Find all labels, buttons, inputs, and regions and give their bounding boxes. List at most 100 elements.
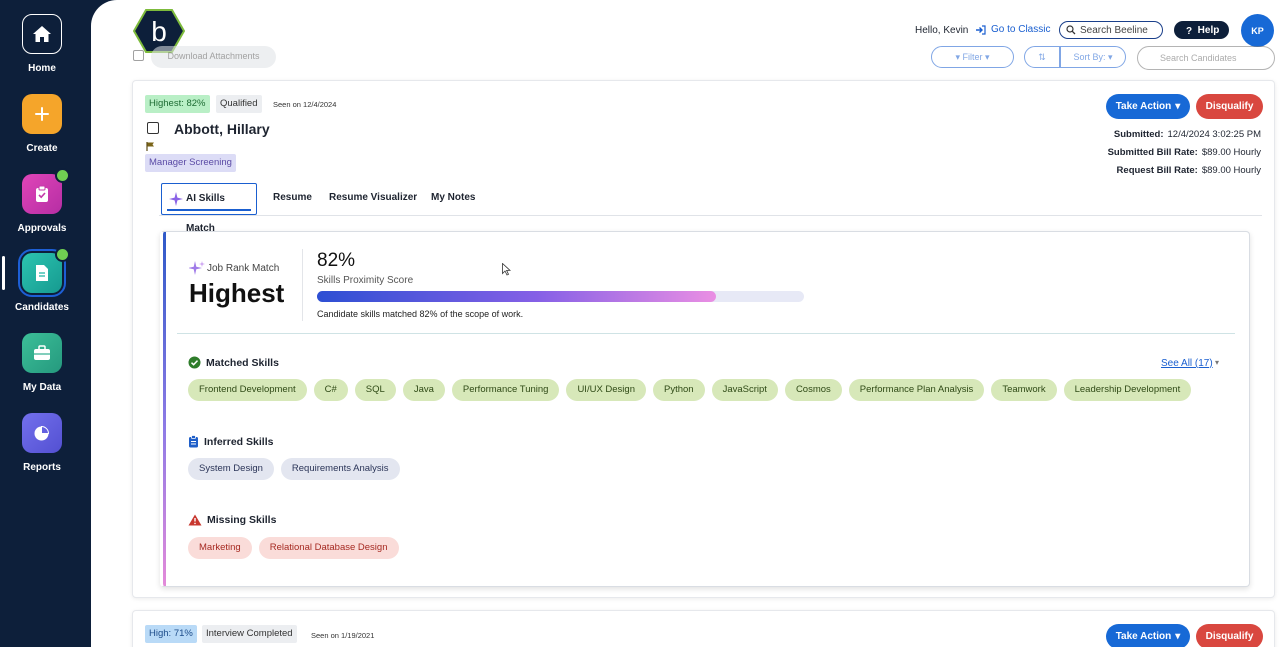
sort-by-label: Sort By: (1073, 52, 1106, 62)
disqualify-button[interactable]: Disqualify (1196, 624, 1263, 647)
tab-label: AI Skills Match (186, 193, 225, 234)
warning-icon (188, 514, 202, 526)
search-beeline-input[interactable]: Search Beeline (1059, 21, 1163, 39)
briefcase-icon (22, 333, 62, 373)
check-circle-icon (188, 356, 201, 369)
submitted-value: 12/4/2024 3:02:25 PM (1167, 129, 1262, 140)
skill-chip: System Design (188, 458, 274, 480)
candidate-tabs: AI Skills Match Resume Resume Visualizer… (159, 183, 1262, 234)
notification-dot (55, 168, 70, 183)
tab-resume-visualizer[interactable]: Resume Visualizer (329, 183, 417, 215)
rank-badge: High: 71% (145, 625, 197, 643)
nav-item-candidates[interactable]: Candidates (0, 247, 84, 313)
chevron-down-icon[interactable]: ▾ (1215, 358, 1219, 367)
candidate-checkbox[interactable] (147, 122, 159, 134)
nav-item-create[interactable]: Create (0, 94, 84, 154)
go-to-classic-link[interactable]: Go to Classic (975, 24, 1050, 35)
tab-ai-skills-match[interactable]: AI Skills Match (161, 183, 257, 234)
take-action-label: Take Action (1115, 101, 1172, 112)
sort-by-dropdown[interactable]: Sort By: ▾ (1060, 46, 1126, 68)
seen-date: Seen on 1/19/2021 (311, 631, 375, 640)
skill-chip: Marketing (188, 537, 252, 559)
clipboard-icon (189, 435, 198, 448)
skill-chip: Leadership Development (1063, 379, 1192, 401)
candidate-card: Highest: 82% Qualified Seen on 12/4/2024… (132, 80, 1275, 598)
nav-item-reports[interactable]: Reports (0, 413, 84, 473)
candidate-name[interactable]: Abbott, Hillary (174, 121, 270, 137)
inferred-skills-list: System Design Requirements Analysis (188, 458, 400, 480)
search-candidates-input[interactable]: Search Candidates (1137, 46, 1275, 70)
divider (177, 333, 1235, 334)
matched-skills-title: Matched Skills (206, 356, 279, 369)
bill-rate-label: Submitted Bill Rate: (1107, 147, 1198, 158)
svg-text:?: ? (1186, 26, 1192, 35)
skill-chip: Performance Tuning (451, 379, 560, 401)
rank-badge: Highest: 82% (145, 95, 210, 113)
missing-skills-heading: Missing Skills (188, 514, 276, 526)
missing-skills-title: Missing Skills (207, 514, 277, 526)
bill-rate-value: $89.00 Hourly (1201, 147, 1261, 158)
sort-direction-button[interactable]: ⇅ (1024, 46, 1060, 68)
download-attachments-button[interactable]: Download Attachments (151, 46, 276, 68)
chevron-down-icon: ▾ (982, 52, 990, 62)
plus-icon (22, 94, 62, 134)
nav-label-candidates: Candidates (15, 302, 69, 313)
request-rate-label: Request Bill Rate: (1116, 165, 1198, 176)
matched-skills-list: Frontend Development C# SQL Java Performance… (188, 379, 1192, 401)
job-rank-label: Job Rank Match (207, 262, 280, 274)
take-action-button[interactable]: Take Action ▾ (1106, 624, 1190, 647)
search-candidates-placeholder: Search Candidates (1160, 53, 1237, 63)
clipboard-check-icon (22, 168, 70, 214)
pie-chart-icon (22, 413, 62, 453)
status-badge: Interview Completed (202, 625, 297, 643)
see-all-link[interactable]: See All (17) (1161, 358, 1213, 369)
go-to-classic-label: Go to Classic (991, 24, 1051, 35)
greeting: Hello, Kevin (915, 25, 969, 36)
skill-chip: Python (653, 379, 705, 401)
select-all-checkbox[interactable] (133, 50, 144, 61)
document-icon (18, 247, 70, 297)
bill-rate-row: Submitted Bill Rate: $89.00 Hourly (1108, 147, 1261, 158)
submitted-label: Submitted: (1113, 129, 1164, 140)
score-progress-fill (317, 291, 717, 302)
score-value: 82% (317, 250, 356, 271)
nav-label-home: Home (28, 63, 56, 74)
user-avatar[interactable]: KP (1241, 14, 1274, 47)
skill-chip: Teamwork (991, 379, 1057, 401)
tab-resume[interactable]: Resume (273, 183, 312, 215)
request-rate-value: $89.00 Hourly (1201, 165, 1261, 176)
tab-my-notes[interactable]: My Notes (431, 183, 475, 215)
home-icon (22, 14, 62, 54)
nav-item-approvals[interactable]: Approvals (0, 168, 84, 234)
skill-chip: Cosmos (784, 379, 842, 401)
take-action-button[interactable]: Take Action ▾ (1106, 94, 1190, 119)
sparkle-icon (189, 261, 205, 275)
missing-skills-list: Marketing Relational Database Design (188, 537, 399, 559)
help-icon: ? (1186, 26, 1192, 35)
notification-dot (55, 247, 70, 262)
skills-match-panel: Job Rank Match Highest 82% Skills Proxim… (160, 231, 1250, 587)
skill-chip: Performance Plan Analysis (848, 379, 985, 401)
take-action-label: Take Action (1115, 631, 1172, 642)
filter-button[interactable]: ▾ Filter ▾ (931, 46, 1014, 68)
nav-item-home[interactable]: Home (0, 14, 84, 74)
rank-value: Highest (189, 278, 285, 308)
divider (302, 249, 303, 321)
request-rate-row: Request Bill Rate: $89.00 Hourly (1117, 165, 1261, 176)
stage-badge: Manager Screening (145, 154, 236, 172)
sort-arrows-icon: ⇅ (1038, 52, 1046, 62)
filter-label: Filter (962, 52, 983, 62)
help-button[interactable]: ? Help (1174, 21, 1229, 39)
submitted-row: Submitted: 12/4/2024 3:02:25 PM (1114, 129, 1261, 140)
disqualify-button[interactable]: Disqualify (1196, 94, 1263, 119)
nav-label-create: Create (26, 143, 58, 154)
help-label: Help (1197, 24, 1220, 36)
flag-icon (146, 142, 154, 151)
list-toolbar: Download Attachments ▾ Filter ▾ ⇅ Sort B… (131, 46, 1280, 70)
nav-item-my-data[interactable]: My Data (0, 333, 84, 393)
skill-chip: C# (313, 379, 348, 401)
seen-date: Seen on 12/4/2024 (273, 100, 337, 109)
score-description: Candidate skills matched 82% of the scop… (317, 309, 524, 319)
score-label: Skills Proximity Score (317, 275, 414, 286)
mouse-cursor-icon (502, 263, 511, 276)
